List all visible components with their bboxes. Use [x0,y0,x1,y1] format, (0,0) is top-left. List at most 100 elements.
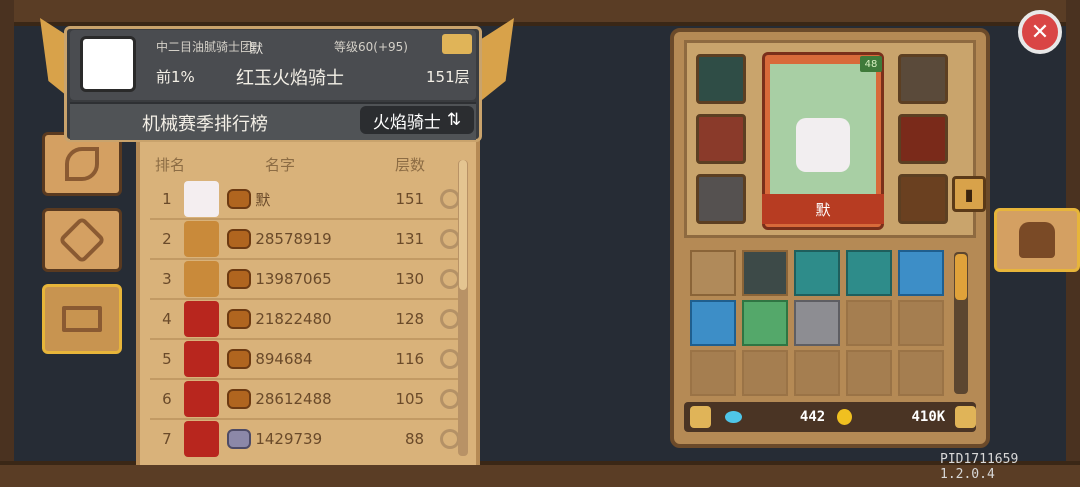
guild-name: 中二目油腻骑士团 [156,40,253,54]
inventory-slot-elixir[interactable] [742,300,788,346]
floor-cell: 130 [395,270,425,288]
inventory-slot-empty[interactable] [690,350,736,396]
player-name: 21822480 [255,310,332,328]
inventory-slot-branch[interactable] [690,250,736,296]
inventory-slot-potion[interactable] [690,300,736,346]
inventory-slot-medal[interactable] [794,300,840,346]
inventory-slot-empty[interactable] [742,350,788,396]
equip-slot-boots[interactable] [898,174,948,224]
version-label: PID1711659 1.2.0.4 [940,452,1019,482]
podium-icon [62,306,102,332]
table-row[interactable]: 1 默 151 [150,180,460,220]
gem-icon [724,411,742,423]
magnifier-icon[interactable] [440,389,460,409]
magnifier-icon[interactable] [440,429,460,449]
rank-cell: 4 [162,310,172,328]
inventory-slot-gear[interactable] [742,250,788,296]
header-floor: 层数 [394,156,425,174]
level-badge-icon [442,34,472,54]
avatar [183,181,220,217]
equip-slot-armor[interactable] [696,174,746,224]
inventory-slot-potion[interactable] [898,250,944,296]
crest-icon [227,269,252,289]
sort-icon[interactable] [955,406,976,428]
equip-slot-weapon[interactable] [696,54,746,104]
leaderboard-header: 排名 名字 层数 [140,154,476,178]
equip-slot-necklace[interactable] [898,114,948,164]
level-label: 等级60(+95) [334,40,408,54]
lock-icon[interactable] [690,406,711,428]
table-row[interactable]: 5 894684 116 [150,340,460,380]
inventory-slot-empty[interactable] [794,350,840,396]
inventory-slot-empty[interactable] [898,350,944,396]
header-rank: 排名 [154,156,185,174]
rank-cell: 2 [162,230,172,248]
floor-cell: 151 [395,190,425,208]
player-name: 28578919 [255,230,332,248]
leaderboard-scroll-thumb[interactable] [459,160,467,290]
hero-name: 默 [762,194,884,224]
table-row[interactable]: 4 21822480 128 [150,300,460,340]
table-row[interactable]: 3 13987065 130 [150,260,460,300]
magnifier-icon[interactable] [440,309,460,329]
table-row[interactable]: 6 28612488 105 [150,380,460,420]
equipment-tab-arrow[interactable]: ▮ [952,176,986,212]
magnifier-icon[interactable] [440,189,460,209]
close-button[interactable]: ✕ [1018,10,1062,54]
close-icon: ✕ [1030,19,1050,45]
tab-leaderboard[interactable] [42,284,122,354]
leaf-icon [65,147,99,181]
hero-portrait [796,118,850,172]
diamond-icon [57,215,107,265]
floor-cell: 131 [395,230,425,248]
crest-icon [227,429,252,449]
hero-switch-button[interactable]: 火焰骑士 ⇅ [360,106,474,134]
crest-icon [227,389,252,409]
player-portrait [80,36,136,92]
currency-bar: 442 410K [684,402,976,432]
magnifier-icon[interactable] [440,269,460,289]
magnifier-icon[interactable] [440,229,460,249]
helmet-icon [1019,222,1055,258]
magnifier-icon[interactable] [440,349,460,369]
player-name: 28612488 [255,390,332,408]
table-row[interactable]: 7 1429739 88 [150,420,460,458]
crest-icon [227,189,252,209]
crest-icon [227,229,252,249]
floor-cell: 88 [405,430,425,448]
coin-count: 410K [911,409,946,425]
rank-cell: 1 [162,190,172,208]
equip-slot-ring[interactable] [696,114,746,164]
player-name: 13987065 [255,270,332,288]
leaderboard-title: 机械赛季排行榜 [142,114,268,135]
crest-icon [227,349,252,369]
rank-cell: 7 [162,430,172,448]
inventory-slot-empty[interactable] [898,300,944,346]
inventory-slot-empty[interactable] [846,300,892,346]
table-row[interactable]: 2 28578919 131 [150,220,460,260]
rank-percent: 前1% [156,68,195,86]
inventory-scroll-thumb[interactable] [955,254,967,300]
rank-cell: 3 [162,270,172,288]
avatar [183,381,220,417]
equip-slot-helmet[interactable] [898,54,948,104]
avatar [183,261,220,297]
crest-icon [227,309,252,329]
inventory-slot-backpack[interactable] [794,250,840,296]
left-frame [0,0,14,483]
hero-level-badge: 48 [860,56,882,72]
leaderboard-panel: 排名 名字 层数 1 默 151 2 28578919 131 3 139870… [136,130,480,465]
inventory-slot-empty[interactable] [846,350,892,396]
player-name: 894684 [255,350,313,368]
player-name-label: 默 [250,42,264,57]
avatar [183,221,220,257]
player-name: 默 [255,190,271,209]
tab-skills[interactable] [42,208,122,272]
hero-title: 红玉火焰骑士 [236,68,344,89]
tab-hero[interactable] [994,208,1080,272]
rank-cell: 5 [162,350,172,368]
inventory-slot-backpack[interactable] [846,250,892,296]
rank-cell: 6 [162,390,172,408]
header-name: 名字 [264,156,295,174]
avatar [183,421,220,457]
